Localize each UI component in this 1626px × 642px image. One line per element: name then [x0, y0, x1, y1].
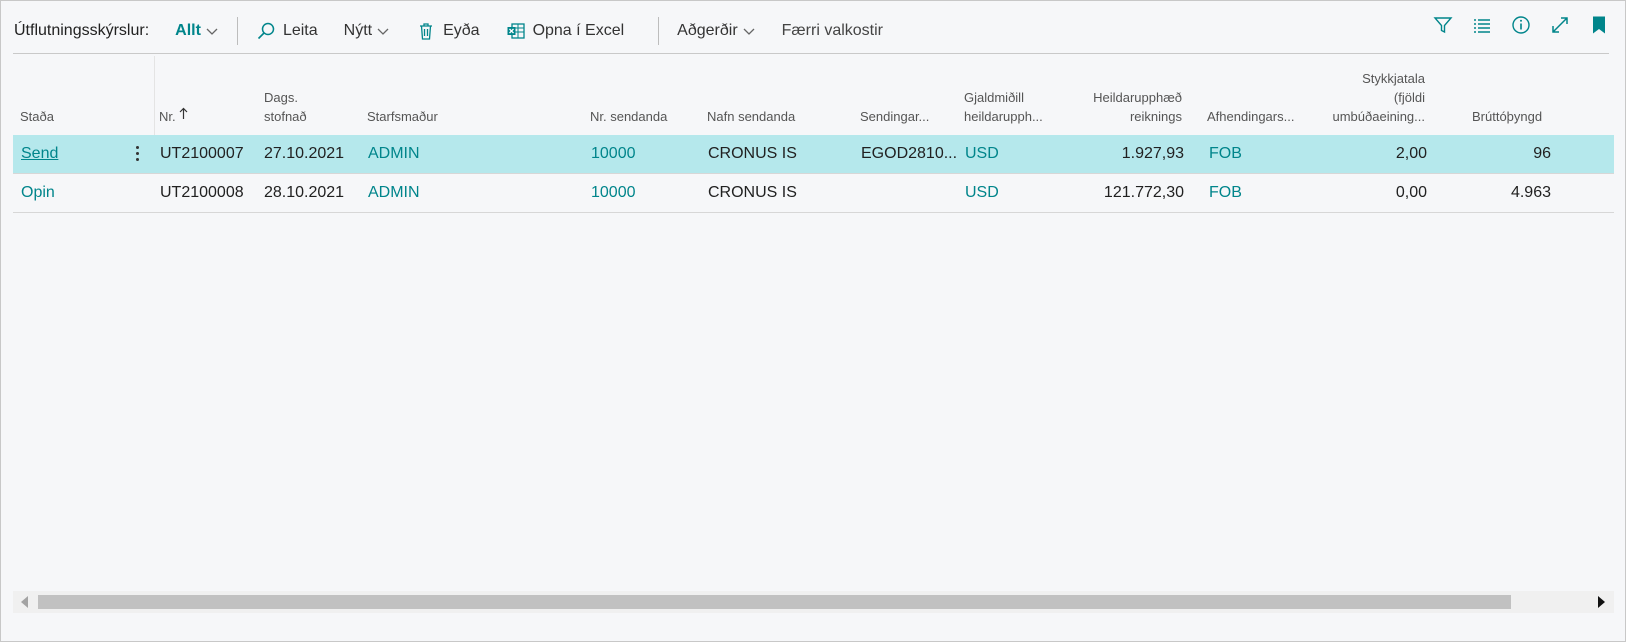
- cell-heildarupphaed: 121.772,30: [1103, 184, 1184, 201]
- info-icon[interactable]: [1511, 15, 1531, 35]
- column-header-heildarupphaed[interactable]: Heildarupphæð reiknings: [1073, 88, 1182, 126]
- cell-heildarupphaed: 1.927,93: [1121, 145, 1184, 162]
- cell-nr: UT2100008: [160, 184, 244, 201]
- cell-sendingar: EGOD2810...: [861, 145, 958, 162]
- page-frame: Útflutningsskýrslur: Allt Leita Nýtt Eyð…: [0, 0, 1626, 642]
- cell-gjaldmidill[interactable]: USD: [965, 145, 999, 163]
- cell-bruttothyngd: 96: [1533, 145, 1551, 162]
- cell-starfsmadur[interactable]: ADMIN: [368, 145, 420, 163]
- cell-nr-sendanda[interactable]: 10000: [591, 145, 636, 163]
- new-button[interactable]: Nýtt: [344, 22, 390, 40]
- bookmark-icon[interactable]: [1589, 15, 1609, 35]
- expand-icon[interactable]: [1550, 15, 1570, 35]
- column-header-gjaldmidill[interactable]: Gjaldmiðill heildarupph...: [964, 88, 1043, 126]
- chevron-down-icon: [377, 28, 389, 35]
- scrollbar-thumb[interactable]: [38, 595, 1511, 609]
- search-button[interactable]: Leita: [256, 21, 318, 41]
- view-filter-dropdown[interactable]: Allt: [175, 22, 219, 40]
- cell-nr: UT2100007: [160, 145, 244, 162]
- cell-nafn-sendanda: CRONUS IS: [708, 145, 797, 162]
- column-header-bruttothyngd[interactable]: Brúttóþyngd: [1472, 107, 1542, 126]
- column-divider: [154, 56, 155, 138]
- actions-menu-label: Aðgerðir: [677, 22, 738, 39]
- table-row[interactable]: Opin UT2100008 28.10.2021 ADMIN 10000 CR…: [13, 174, 1614, 213]
- actions-menu-button[interactable]: Aðgerðir: [677, 22, 755, 40]
- chevron-down-icon: [743, 28, 755, 35]
- cell-dags: 27.10.2021: [264, 145, 345, 162]
- sort-ascending-icon: [179, 107, 188, 119]
- status-link[interactable]: Send: [21, 145, 58, 163]
- new-button-label: Nýtt: [343, 22, 373, 39]
- delete-button[interactable]: Eyða: [416, 21, 480, 41]
- cell-stykkjatala: 2,00: [1395, 145, 1427, 162]
- fewer-options-button[interactable]: Færri valkostir: [782, 22, 883, 40]
- search-icon: [257, 22, 275, 40]
- view-filter-label: Allt: [175, 22, 201, 39]
- column-header-afhendingar[interactable]: Afhendingars...: [1207, 107, 1294, 126]
- excel-icon: [507, 23, 525, 39]
- column-header-sendingar[interactable]: Sendingar...: [860, 107, 929, 126]
- cell-bruttothyngd: 4.963: [1510, 184, 1551, 201]
- scroll-right-arrow-icon[interactable]: [1598, 596, 1605, 608]
- cell-dags: 28.10.2021: [264, 184, 345, 201]
- row-menu-icon[interactable]: [133, 143, 141, 165]
- action-bar: Útflutningsskýrslur: Allt Leita Nýtt Eyð…: [13, 9, 1609, 54]
- cell-afhendingar[interactable]: FOB: [1209, 145, 1242, 163]
- cell-stykkjatala: 0,00: [1395, 184, 1427, 201]
- status-link[interactable]: Opin: [21, 184, 55, 202]
- column-header-starfsmadur[interactable]: Starfsmaður: [367, 107, 438, 126]
- column-header-stykkjatala[interactable]: Stykkjatala (fjöldi umbúðaeining...: [1313, 69, 1425, 126]
- export-reports-table: Staða Nr. Dags. stofnað Starfsmaður Nr. s…: [13, 56, 1614, 611]
- column-header-nafn-sendanda[interactable]: Nafn sendanda: [707, 107, 795, 126]
- open-in-excel-button[interactable]: Opna í Excel: [506, 21, 625, 41]
- toolbar-divider: [658, 17, 660, 45]
- table-header: Staða Nr. Dags. stofnað Starfsmaður Nr. s…: [13, 56, 1614, 138]
- cell-nr-sendanda[interactable]: 10000: [591, 184, 636, 202]
- cell-nafn-sendanda: CRONUS IS: [708, 184, 797, 201]
- fewer-options-label: Færri valkostir: [781, 22, 883, 39]
- trash-icon: [420, 23, 433, 40]
- column-header-stada[interactable]: Staða: [20, 107, 54, 126]
- scroll-left-arrow-icon[interactable]: [21, 596, 28, 608]
- search-button-label: Leita: [282, 22, 318, 39]
- chevron-down-icon: [206, 28, 218, 35]
- cell-afhendingar[interactable]: FOB: [1209, 184, 1242, 202]
- toolbar-right-icons: [1414, 15, 1609, 35]
- table-row[interactable]: Send UT2100007 27.10.2021 ADMIN 10000 CR…: [13, 135, 1614, 174]
- column-header-nr[interactable]: Nr.: [159, 107, 188, 126]
- list-view-icon[interactable]: [1472, 15, 1492, 35]
- horizontal-scrollbar[interactable]: [13, 591, 1614, 613]
- column-header-dags-stofnad[interactable]: Dags. stofnað: [264, 88, 307, 126]
- filter-icon[interactable]: [1433, 15, 1453, 35]
- cell-starfsmadur[interactable]: ADMIN: [368, 184, 420, 202]
- cell-gjaldmidill[interactable]: USD: [965, 184, 999, 202]
- toolbar-divider: [236, 17, 238, 45]
- delete-button-label: Eyða: [443, 22, 480, 39]
- page-title: Útflutningsskýrslur:: [14, 22, 150, 39]
- column-header-nr-sendanda[interactable]: Nr. sendanda: [590, 107, 667, 126]
- open-in-excel-label: Opna í Excel: [532, 22, 625, 39]
